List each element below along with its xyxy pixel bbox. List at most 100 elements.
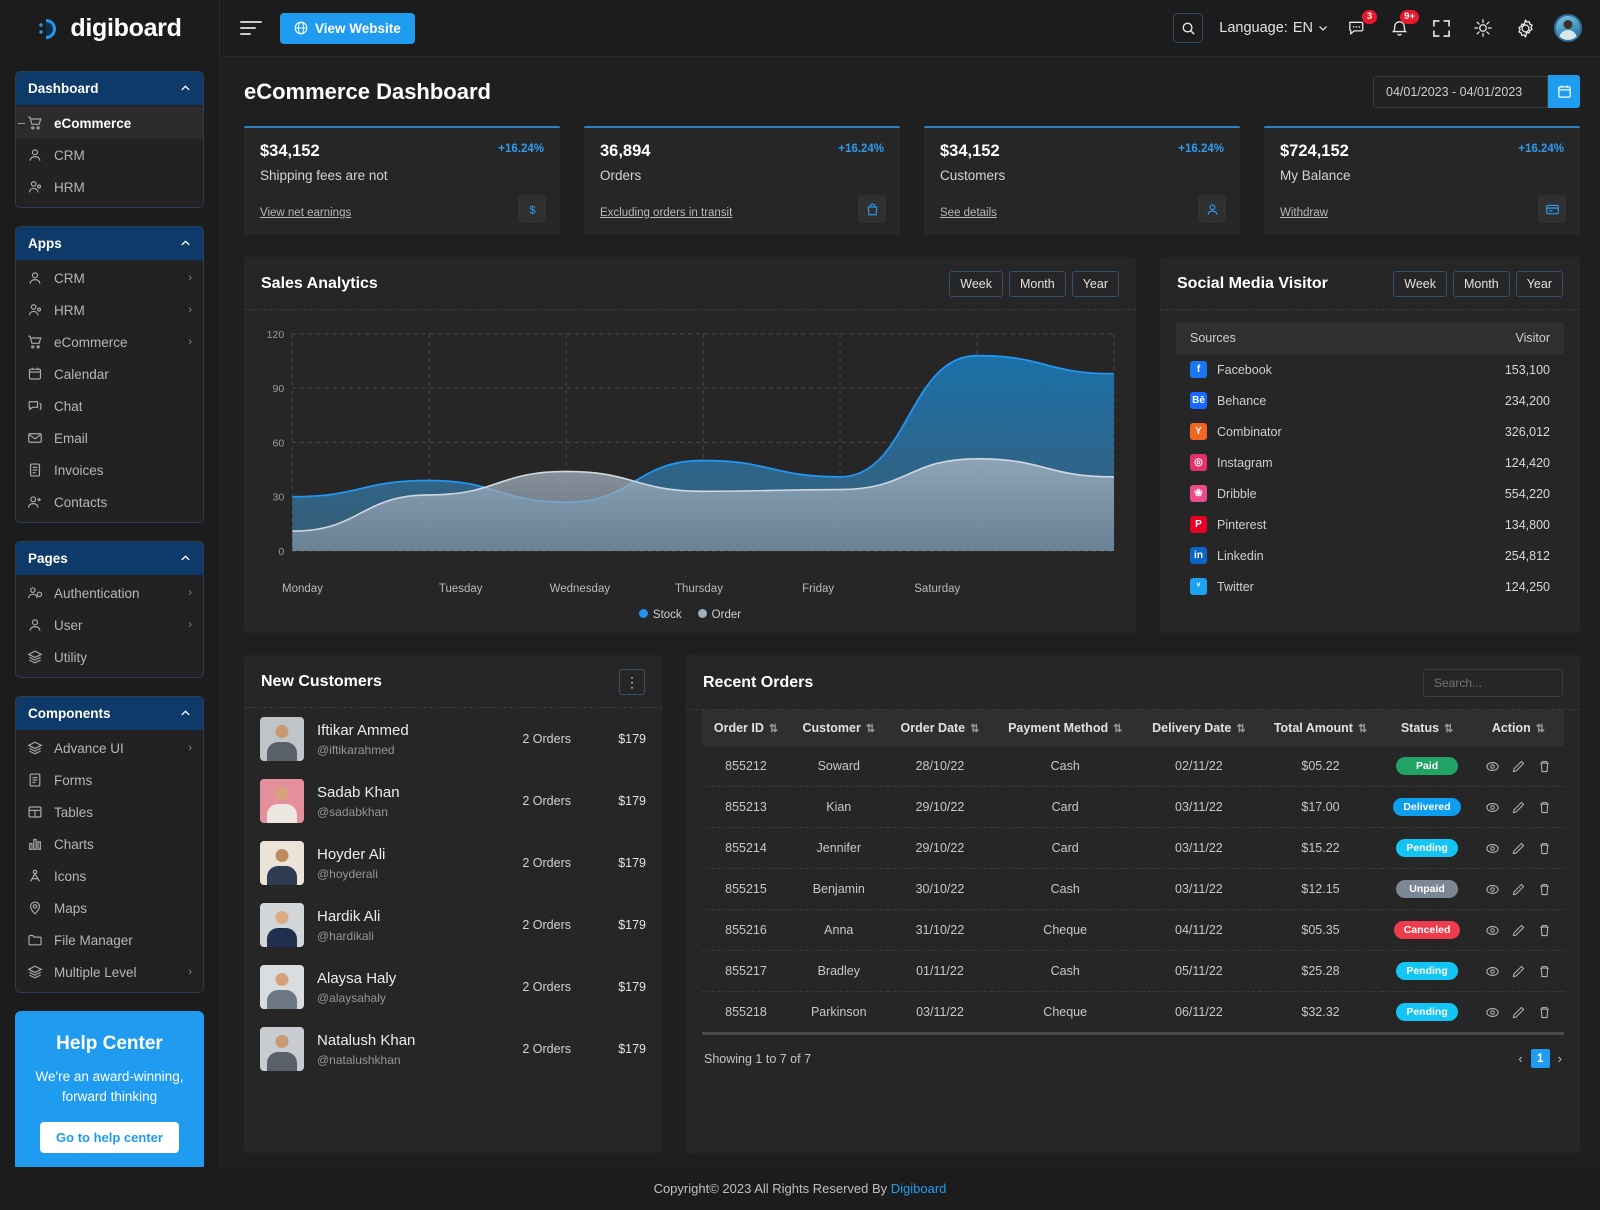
- sidebar-item-authentication[interactable]: Authentication›: [16, 577, 203, 609]
- trash-icon[interactable]: [1537, 800, 1552, 815]
- sidebar-item-icons[interactable]: Icons: [16, 860, 203, 892]
- pencil-icon[interactable]: [1511, 882, 1526, 897]
- social-range-month-button[interactable]: Month: [1453, 271, 1510, 297]
- stat-link[interactable]: See details: [940, 207, 997, 219]
- column-header-order-date[interactable]: Order Date⇅: [888, 710, 993, 746]
- eye-icon[interactable]: [1485, 964, 1500, 979]
- social-row[interactable]: Y Combinator 326,012: [1176, 416, 1564, 447]
- calendar-button[interactable]: [1548, 75, 1580, 108]
- brand[interactable]: digiboard: [0, 0, 220, 57]
- help-center-button[interactable]: Go to help center: [40, 1122, 179, 1153]
- pencil-icon[interactable]: [1511, 759, 1526, 774]
- sidebar-item-crm[interactable]: CRM: [16, 139, 203, 171]
- sidebar-item-email[interactable]: Email: [16, 422, 203, 454]
- trash-icon[interactable]: [1537, 841, 1552, 856]
- sidebar-item-crm[interactable]: CRM›: [16, 262, 203, 294]
- eye-icon[interactable]: [1485, 882, 1500, 897]
- notifications-button[interactable]: 9+: [1386, 15, 1412, 41]
- legend-item[interactable]: Stock: [639, 609, 682, 621]
- language-selector[interactable]: Language: EN: [1219, 20, 1328, 36]
- sales-range-week-button[interactable]: Week: [949, 271, 1003, 297]
- sidebar-item-chat[interactable]: Chat: [16, 390, 203, 422]
- fullscreen-button[interactable]: [1428, 15, 1454, 41]
- social-row[interactable]: f Facebook 153,100: [1176, 354, 1564, 385]
- column-header-total-amount[interactable]: Total Amount⇅: [1260, 710, 1382, 746]
- social-range-week-button[interactable]: Week: [1393, 271, 1447, 297]
- orders-search-input[interactable]: [1423, 669, 1563, 697]
- footer-link[interactable]: Digiboard: [891, 1181, 947, 1196]
- column-header-status[interactable]: Status⇅: [1381, 710, 1472, 746]
- avatar[interactable]: [1554, 14, 1582, 42]
- menu-group-header[interactable]: Components: [16, 697, 203, 730]
- trash-icon[interactable]: [1537, 759, 1552, 774]
- trash-icon[interactable]: [1537, 882, 1552, 897]
- column-header-delivery-date[interactable]: Delivery Date⇅: [1138, 710, 1260, 746]
- sidebar-item-utility[interactable]: Utility: [16, 641, 203, 673]
- list-item[interactable]: Hardik Ali @hardikali 2 Orders $179: [244, 894, 662, 956]
- social-row[interactable]: Bē Behance 234,200: [1176, 385, 1564, 416]
- column-header-action[interactable]: Action⇅: [1473, 710, 1564, 746]
- list-item[interactable]: Alaysa Haly @alaysahaly 2 Orders $179: [244, 956, 662, 1018]
- column-header-payment-method[interactable]: Payment Method⇅: [992, 710, 1138, 746]
- sales-range-month-button[interactable]: Month: [1009, 271, 1066, 297]
- hamburger-icon[interactable]: [240, 21, 262, 35]
- social-row[interactable]: ◎ Instagram 124,420: [1176, 447, 1564, 478]
- sidebar-item-forms[interactable]: Forms: [16, 764, 203, 796]
- sidebar-item-ecommerce[interactable]: eCommerce: [16, 107, 203, 139]
- stat-link[interactable]: View net earnings: [260, 207, 351, 219]
- menu-group-header[interactable]: Pages: [16, 542, 203, 575]
- pencil-icon[interactable]: [1511, 1005, 1526, 1020]
- social-row[interactable]: ᵛ Twitter 124,250: [1176, 571, 1564, 602]
- chevron-left-icon[interactable]: ‹: [1518, 1051, 1522, 1066]
- chat-button[interactable]: 3: [1344, 15, 1370, 41]
- trash-icon[interactable]: [1537, 1005, 1552, 1020]
- sidebar-item-calendar[interactable]: Calendar: [16, 358, 203, 390]
- sidebar-item-hrm[interactable]: HRM›: [16, 294, 203, 326]
- search-icon[interactable]: [1173, 13, 1203, 43]
- view-website-button[interactable]: View Website: [280, 13, 415, 44]
- sidebar-item-file-manager[interactable]: File Manager: [16, 924, 203, 956]
- trash-icon[interactable]: [1537, 964, 1552, 979]
- page-number-1[interactable]: 1: [1531, 1049, 1550, 1068]
- trash-icon[interactable]: [1537, 923, 1552, 938]
- settings-button[interactable]: [1512, 15, 1538, 41]
- pencil-icon[interactable]: [1511, 800, 1526, 815]
- column-header-order-id[interactable]: Order ID⇅: [702, 710, 790, 746]
- list-item[interactable]: Hoyder Ali @hoyderali 2 Orders $179: [244, 832, 662, 894]
- social-row[interactable]: in Linkedin 254,812: [1176, 540, 1564, 571]
- list-item[interactable]: Sadab Khan @sadabkhan 2 Orders $179: [244, 770, 662, 832]
- pencil-icon[interactable]: [1511, 964, 1526, 979]
- theme-toggle-button[interactable]: [1470, 15, 1496, 41]
- menu-group-header[interactable]: Dashboard: [16, 72, 203, 105]
- stat-link[interactable]: Withdraw: [1280, 207, 1328, 219]
- sidebar-item-maps[interactable]: Maps: [16, 892, 203, 924]
- eye-icon[interactable]: [1485, 841, 1500, 856]
- stat-link[interactable]: Excluding orders in transit: [600, 207, 732, 219]
- list-item[interactable]: Iftikar Ammed @iftikarahmed 2 Orders $17…: [244, 708, 662, 770]
- sidebar-item-ecommerce[interactable]: eCommerce›: [16, 326, 203, 358]
- eye-icon[interactable]: [1485, 800, 1500, 815]
- date-range-input[interactable]: [1373, 76, 1548, 108]
- date-range-picker[interactable]: [1373, 75, 1580, 108]
- sidebar-item-advance-ui[interactable]: Advance UI›: [16, 732, 203, 764]
- more-vertical-icon[interactable]: ⋮: [619, 669, 645, 695]
- sidebar-item-user[interactable]: User›: [16, 609, 203, 641]
- chevron-right-icon[interactable]: ›: [1558, 1051, 1562, 1066]
- sidebar-item-multiple-level[interactable]: Multiple Level›: [16, 956, 203, 988]
- sidebar-item-charts[interactable]: Charts: [16, 828, 203, 860]
- social-row[interactable]: ❀ Dribble 554,220: [1176, 478, 1564, 509]
- menu-group-header[interactable]: Apps: [16, 227, 203, 260]
- eye-icon[interactable]: [1485, 923, 1500, 938]
- column-header-customer[interactable]: Customer⇅: [790, 710, 888, 746]
- pencil-icon[interactable]: [1511, 923, 1526, 938]
- sidebar-item-invoices[interactable]: Invoices: [16, 454, 203, 486]
- pencil-icon[interactable]: [1511, 841, 1526, 856]
- legend-item[interactable]: Order: [698, 609, 741, 621]
- eye-icon[interactable]: [1485, 1005, 1500, 1020]
- sidebar-item-contacts[interactable]: Contacts: [16, 486, 203, 518]
- sales-range-year-button[interactable]: Year: [1072, 271, 1119, 297]
- social-row[interactable]: P Pinterest 134,800: [1176, 509, 1564, 540]
- eye-icon[interactable]: [1485, 759, 1500, 774]
- sidebar-item-tables[interactable]: Tables: [16, 796, 203, 828]
- list-item[interactable]: Natalush Khan @natalushkhan 2 Orders $17…: [244, 1018, 662, 1080]
